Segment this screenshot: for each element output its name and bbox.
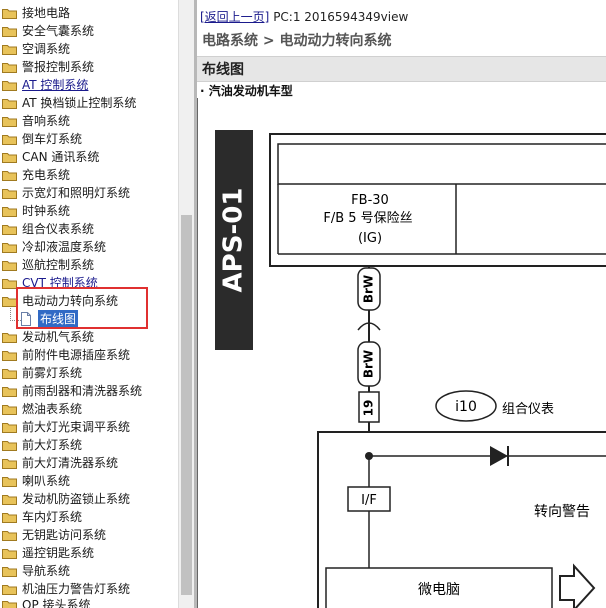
tree-item[interactable]: 遥控钥匙系统	[2, 544, 94, 562]
tree-item[interactable]: 喇叭系统	[2, 472, 70, 490]
wire-color-label: BrW	[362, 275, 376, 303]
tree-item[interactable]: 空调系统	[2, 40, 70, 58]
tree-item[interactable]: 燃油表系统	[2, 400, 82, 418]
page-toolbar: [返回上一页] PC:1 2016594349view	[200, 8, 408, 25]
page-title: 电路系统 > 电动动力转向系统	[202, 33, 392, 49]
wire-color-label: BrW	[362, 350, 376, 378]
tree-item[interactable]: 前大灯光束调平系统	[2, 418, 130, 436]
folder-icon	[2, 601, 17, 608]
warning-lamp-label: 转向警告	[534, 504, 590, 520]
folder-icon	[2, 153, 17, 163]
diode-icon	[490, 446, 508, 466]
tree-item[interactable]: 冷却液温度系统	[2, 238, 106, 256]
folder-icon	[2, 135, 17, 145]
fuse-box-top	[277, 143, 606, 185]
folder-icon	[2, 405, 17, 415]
folder-icon	[2, 513, 17, 523]
folder-icon	[2, 387, 17, 397]
navigation-tree: 接地电路 安全气囊系统 空调系统 警报控制系统 AT 控制系统 AT 换档锁止控…	[0, 0, 178, 608]
wiring-diagram: APS-01 FB-30 F/B 5 号保险丝 (IG) BrW BrW 19 …	[197, 98, 606, 608]
tree-item[interactable]: 音响系统	[2, 112, 70, 130]
folder-icon	[2, 45, 17, 55]
folder-icon	[2, 171, 17, 181]
tree-item[interactable]: 安全气囊系统	[2, 22, 94, 40]
back-link[interactable]: [返回上一页]	[200, 10, 269, 24]
tree-item[interactable]: 发动机气系统	[2, 328, 94, 346]
folder-icon	[2, 117, 17, 127]
module-name: 组合仪表	[502, 402, 554, 417]
vehicle-variant: · 汽油发动机车型	[200, 84, 293, 98]
pin-number: 19	[362, 400, 376, 417]
folder-icon	[2, 351, 17, 361]
folder-icon	[2, 495, 17, 505]
folder-icon	[2, 369, 17, 379]
tree-item[interactable]: 无钥匙访问系统	[2, 526, 106, 544]
folder-icon	[2, 567, 17, 577]
page-info: PC:1 2016594349view	[269, 10, 409, 24]
content-pane: [返回上一页] PC:1 2016594349view 电路系统 > 电动动力转…	[197, 0, 606, 608]
folder-icon	[2, 99, 17, 109]
tree-item[interactable]: 前雨刮器和清洗器系统	[2, 382, 142, 400]
folder-icon	[2, 549, 17, 559]
tree-item[interactable]: 前附件电源插座系统	[2, 346, 130, 364]
folder-icon	[2, 27, 17, 37]
folder-icon	[2, 333, 17, 343]
tree-item[interactable]: AT 换档锁止控制系统	[2, 94, 136, 112]
tree-item[interactable]: 前大灯清洗器系统	[2, 454, 118, 472]
tree-item[interactable]: 前雾灯系统	[2, 364, 82, 382]
folder-icon	[2, 261, 17, 271]
folder-icon	[2, 423, 17, 433]
tree-item[interactable]: 倒车灯系统	[2, 130, 82, 148]
fuse-box-outer	[269, 133, 606, 267]
tree-item[interactable]: 巡航控制系统	[2, 256, 94, 274]
tree-scrollbar[interactable]	[178, 0, 195, 608]
folder-icon	[2, 279, 17, 289]
interface-label: I/F	[361, 493, 377, 508]
folder-icon	[2, 9, 17, 19]
sheet-id-text: APS-01	[219, 188, 249, 293]
tree-item[interactable]: 警报控制系统	[2, 58, 94, 76]
tree-item[interactable]: 车内灯系统	[2, 508, 82, 526]
folder-icon	[2, 459, 17, 469]
folder-icon	[2, 225, 17, 235]
tree-item[interactable]: AT 控制系统	[2, 76, 88, 94]
tree-item[interactable]: 组合仪表系统	[2, 220, 94, 238]
highlight-box	[16, 287, 148, 329]
tree-item[interactable]: CAN 通讯系统	[2, 148, 99, 166]
arrow-right-icon	[559, 563, 596, 608]
folder-icon	[2, 477, 17, 487]
tree-item[interactable]: 充电系统	[2, 166, 70, 184]
fuse-name: F/B 5 号保险丝	[323, 211, 412, 226]
fuse-code: FB-30	[351, 193, 389, 208]
tree-item[interactable]: 发动机防盗锁止系统	[2, 490, 130, 508]
tree-item[interactable]: 导航系统	[2, 562, 70, 580]
connector-id: i10	[455, 399, 477, 415]
microcomputer-label: 微电脑	[418, 582, 460, 598]
fuse-power: (IG)	[358, 231, 382, 246]
folder-icon	[2, 63, 17, 73]
folder-icon	[2, 585, 17, 595]
folder-icon	[2, 189, 17, 199]
folder-icon	[2, 441, 17, 451]
folder-icon	[2, 531, 17, 541]
folder-icon	[2, 207, 17, 217]
tree-item[interactable]: OP 接头系统	[2, 596, 91, 608]
tree-item[interactable]: 时钟系统	[2, 202, 70, 220]
folder-icon	[2, 243, 17, 253]
scrollbar-thumb[interactable]	[181, 215, 192, 595]
tree-item[interactable]: 前大灯系统	[2, 436, 82, 454]
folder-open-icon	[2, 297, 17, 307]
section-header: 布线图	[197, 56, 606, 82]
tree-item[interactable]: 接地电路	[2, 4, 70, 22]
tree-item[interactable]: 示宽灯和照明灯系统	[2, 184, 130, 202]
folder-icon	[2, 81, 17, 91]
